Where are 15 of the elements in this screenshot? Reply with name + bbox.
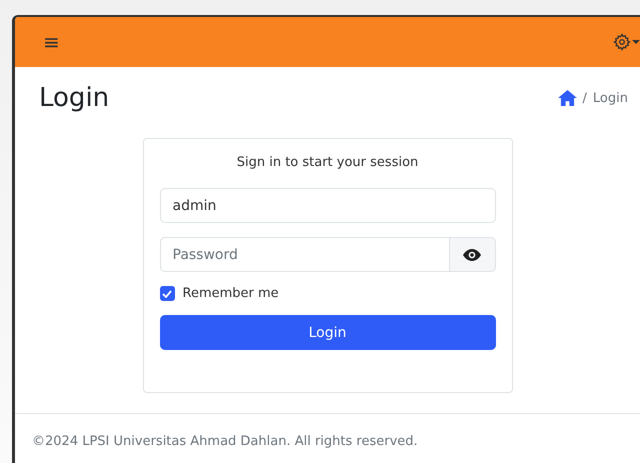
page-title: Login (39, 83, 110, 113)
login-button[interactable]: Login (160, 315, 496, 350)
login-heading: Sign in to start your session (236, 155, 420, 170)
settings-icon[interactable] (613, 33, 640, 51)
home-icon[interactable] (558, 90, 577, 106)
remember-checkbox[interactable] (160, 286, 174, 301)
eye-icon (463, 248, 481, 260)
password-field[interactable]: Password (160, 237, 450, 272)
username-field[interactable]: admin (160, 188, 496, 223)
breadcrumb-separator: / (582, 90, 587, 106)
show-password-button[interactable] (450, 237, 496, 272)
menu-icon[interactable]: ≡ (43, 32, 60, 52)
breadcrumb-item: Login (592, 90, 628, 106)
remember-label[interactable]: Remember me (182, 286, 279, 301)
footer-text: ©2024 LPSI Universitas Ahmad Dahlan. All rights reserved. (32, 434, 418, 449)
